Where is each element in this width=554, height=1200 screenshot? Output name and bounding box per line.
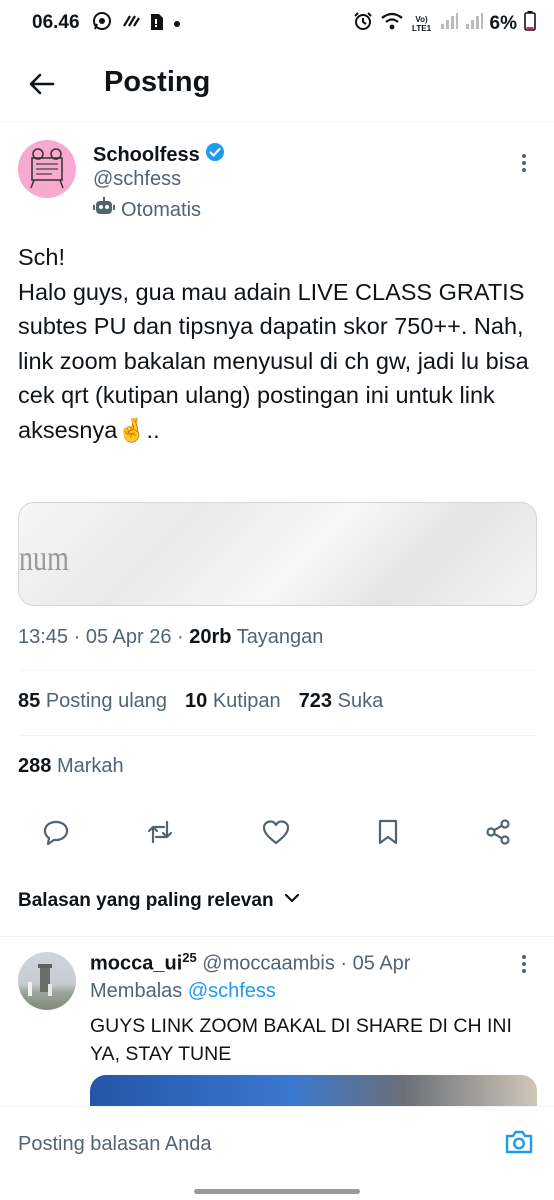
post-timestamp[interactable]: 13:45 · 05 Apr 26 · [18,626,189,648]
bookmarks-stat[interactable]: 288 Markah [18,755,124,778]
camera-button[interactable] [502,1127,536,1161]
more-vertical-icon [514,955,534,982]
status-left-icons [92,11,181,36]
bookmark-button[interactable] [372,818,404,850]
reply-author-name: mocca_ui [90,952,183,975]
reposts-count: 85 [18,690,41,712]
reply-icon [42,818,70,851]
signal-icon [440,12,458,36]
sim-card-icon [150,11,164,36]
automated-account-label[interactable]: Otomatis [93,196,201,224]
likes-stat[interactable]: 723 Suka [299,690,384,713]
replying-prefix: Membalas [90,980,183,1002]
repost-button[interactable] [144,818,176,850]
share-icon [484,818,512,851]
status-bar: 06.46 Vo) LTE1 6% [0,0,554,46]
divider [0,936,554,937]
likes-count: 723 [298,690,333,712]
author-name[interactable]: Schoolfess [93,142,225,168]
author-name-text: Schoolfess [93,143,200,166]
reposts-stat[interactable]: 85 Posting ulang [18,690,167,713]
reply-header[interactable]: mocca_ui25 @moccaambis · 05 Apr [90,950,410,976]
likes-label: Suka [337,690,384,712]
post-stats: 85 Posting ulang 10 Kutipan 723 Suka [18,690,383,713]
replies-sort-dropdown[interactable]: Balasan yang paling relevan [18,890,300,912]
post-media[interactable]: num [18,502,537,606]
status-right-icons: Vo) LTE1 6% [353,11,536,37]
replying-to-link[interactable]: @schfess [188,980,276,1002]
post-meta: 13:45 · 05 Apr 26 · 20rb Tayangan [18,626,323,649]
bookmarks-count: 288 [18,755,52,777]
notification-dot-icon [173,15,181,33]
reply-author-name-superscript: 25 [182,950,197,965]
views-count: 20rb [189,626,232,648]
reply-more-button[interactable] [514,952,534,978]
verified-badge-icon [205,142,225,168]
post-text: Sch! Halo guys, gua mau adain LIVE CLASS… [18,244,529,443]
chevron-down-icon [284,890,300,912]
wifi-icon [380,11,404,37]
reply-input[interactable]: Posting balasan Anda [18,1133,212,1156]
camera-icon [504,1128,534,1161]
quotes-count: 10 [185,690,208,712]
reply-handle-date: @moccaambis · 05 Apr [202,952,411,975]
author-handle[interactable]: @schfess [93,168,181,191]
whatsapp-icon [92,11,112,36]
home-indicator[interactable] [194,1189,360,1194]
top-app-bar: Posting [0,56,554,122]
bookmarks-label: Markah [56,755,124,777]
post-action-bar [0,812,554,856]
quotes-stat[interactable]: 10 Kutipan [185,690,281,713]
alarm-icon [353,11,373,37]
reply-button[interactable] [40,818,72,850]
battery-icon [524,11,536,37]
page-title: Posting [104,66,211,98]
robot-icon [93,196,115,224]
media-text: num [19,538,69,578]
network-label: Vo) LTE1 [412,15,432,33]
divider [18,670,536,671]
divider [18,735,536,736]
signal-icon [465,12,483,36]
post-more-button[interactable] [514,150,534,180]
status-time: 06.46 [32,12,80,33]
more-vertical-icon [514,154,534,184]
reply-author-avatar[interactable] [18,952,76,1010]
back-button[interactable] [24,68,60,104]
quotes-label: Kutipan [212,690,281,712]
network-activity-icon [121,11,141,36]
reply-text: GUYS LINK ZOOM BAKAL DI SHARE DI CH INI … [90,1015,512,1065]
like-button[interactable] [260,818,292,850]
heart-icon [261,818,291,851]
share-button[interactable] [482,818,514,850]
replying-to: Membalas @schfess [90,980,276,1003]
automated-label-text: Otomatis [121,198,202,221]
battery-percentage: 6% [489,13,517,34]
bookmark-icon [375,818,401,851]
reposts-label: Posting ulang [45,690,168,712]
reply-composer[interactable]: Posting balasan Anda [0,1106,554,1200]
arrow-left-icon [28,70,56,103]
views-label: Tayangan [236,626,324,648]
repost-icon [146,818,174,851]
author-avatar[interactable] [18,140,76,198]
replies-sort-label: Balasan yang paling relevan [18,890,274,911]
